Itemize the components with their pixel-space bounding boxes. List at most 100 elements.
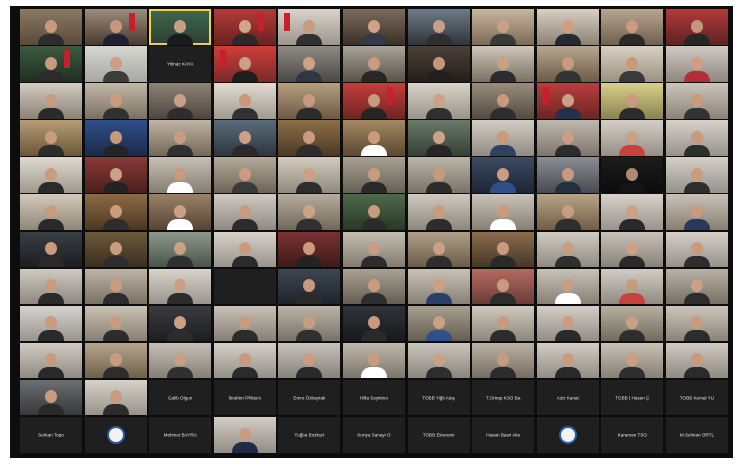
participant-name-tile[interactable]: Karaman TSO [601,417,664,453]
participant-video-tile[interactable] [665,342,728,379]
participant-video-tile[interactable] [601,194,664,230]
participant-name-tile[interactable]: Hasan Basri Aks [472,417,535,453]
participant-video-tile[interactable] [149,342,212,379]
participant-video-tile[interactable] [149,268,212,305]
participant-video-tile[interactable] [665,46,728,82]
participant-video-tile[interactable] [536,120,599,156]
participant-video-tile[interactable] [665,157,728,193]
participant-video-tile[interactable] [472,305,535,342]
participant-video-tile[interactable] [20,231,82,268]
participant-name-tile[interactable]: Hilla Seyitimo [342,379,405,416]
participant-video-tile[interactable] [342,9,405,45]
participant-video-tile[interactable] [278,342,341,379]
participant-video-tile[interactable] [84,83,147,119]
participant-name-tile[interactable]: Emre Özbayrak [278,379,341,416]
participant-name-tile[interactable]: Tuğba Bozkurt [278,417,341,453]
participant-video-tile[interactable] [20,83,82,119]
participant-video-tile[interactable] [84,9,147,45]
participant-video-tile[interactable] [149,120,212,156]
participant-video-tile[interactable] [342,157,405,193]
participant-video-tile[interactable] [472,231,535,268]
participant-video-tile[interactable] [407,305,470,342]
participant-video-tile[interactable] [20,268,82,305]
participant-name-tile[interactable]: İbrahim İPlikta'o [213,379,276,416]
participant-video-tile[interactable] [665,9,728,45]
participant-video-tile[interactable] [601,268,664,305]
participant-video-tile[interactable] [278,83,341,119]
participant-video-tile[interactable] [536,268,599,305]
participant-video-tile[interactable] [665,194,728,230]
participant-video-tile[interactable] [342,305,405,342]
participant-video-tile[interactable] [149,9,212,45]
participant-video-tile[interactable] [342,231,405,268]
participant-video-tile[interactable] [665,231,728,268]
participant-video-tile[interactable] [342,194,405,230]
participant-video-tile[interactable] [407,83,470,119]
participant-video-tile[interactable] [20,305,82,342]
participant-name-tile[interactable]: TOBB Ekonomi [407,417,470,453]
participant-video-tile[interactable] [149,305,212,342]
participant-video-tile[interactable] [278,9,341,45]
participant-video-tile[interactable] [472,9,535,45]
participant-video-tile[interactable] [472,120,535,156]
participant-video-tile[interactable] [536,305,599,342]
participant-video-tile[interactable] [278,46,341,82]
participant-video-tile[interactable] [342,46,405,82]
participant-video-tile[interactable] [601,9,664,45]
participant-video-tile[interactable] [278,120,341,156]
participant-video-tile[interactable] [665,305,728,342]
participant-logo-tile[interactable] [536,417,599,453]
participant-video-tile[interactable] [536,342,599,379]
participant-video-tile[interactable] [149,157,212,193]
participant-video-tile[interactable] [213,417,276,453]
participant-video-tile[interactable] [342,120,405,156]
participant-video-tile[interactable] [213,157,276,193]
participant-video-tile[interactable] [149,194,212,230]
participant-name-tile[interactable]: TOBB | Hasan Ç [601,379,664,416]
participant-video-tile[interactable] [84,342,147,379]
participant-video-tile[interactable] [20,46,82,82]
participant-video-tile[interactable] [601,120,664,156]
participant-video-tile[interactable] [472,46,535,82]
participant-name-tile[interactable]: Aziz Kanat [536,379,599,416]
participant-video-tile[interactable] [20,157,82,193]
participant-video-tile[interactable] [536,46,599,82]
participant-video-tile[interactable] [472,342,535,379]
participant-video-tile[interactable] [601,231,664,268]
participant-video-tile[interactable] [601,46,664,82]
participant-video-tile[interactable] [20,120,82,156]
participant-video-tile[interactable] [536,83,599,119]
participant-video-tile[interactable] [213,46,276,82]
participant-video-tile[interactable] [84,231,147,268]
participant-video-tile[interactable] [536,157,599,193]
participant-video-tile[interactable] [601,83,664,119]
participant-video-tile[interactable] [536,194,599,230]
participant-video-tile[interactable] [278,305,341,342]
participant-video-tile[interactable] [472,83,535,119]
participant-video-tile[interactable] [149,83,212,119]
participant-video-tile[interactable] [213,231,276,268]
participant-video-tile[interactable] [84,120,147,156]
participant-video-tile[interactable] [601,342,664,379]
participant-video-tile[interactable] [472,268,535,305]
participant-logo-tile[interactable] [84,417,147,453]
participant-video-tile[interactable] [278,194,341,230]
participant-video-tile[interactable] [407,231,470,268]
participant-video-tile[interactable] [213,9,276,45]
participant-video-tile[interactable] [601,305,664,342]
participant-video-tile[interactable] [601,157,664,193]
participant-video-tile[interactable] [149,231,212,268]
participant-video-tile[interactable] [407,342,470,379]
participant-video-tile[interactable] [84,305,147,342]
participant-video-tile[interactable] [342,268,405,305]
participant-video-tile[interactable] [472,194,535,230]
participant-video-tile[interactable] [665,120,728,156]
participant-video-tile[interactable] [84,46,147,82]
participant-video-tile[interactable] [20,379,82,416]
participant-video-tile[interactable] [20,194,82,230]
participant-video-tile[interactable] [407,194,470,230]
participant-video-tile[interactable] [536,231,599,268]
participant-video-tile[interactable] [278,268,341,305]
participant-video-tile[interactable] [407,9,470,45]
participant-video-tile[interactable] [20,342,82,379]
